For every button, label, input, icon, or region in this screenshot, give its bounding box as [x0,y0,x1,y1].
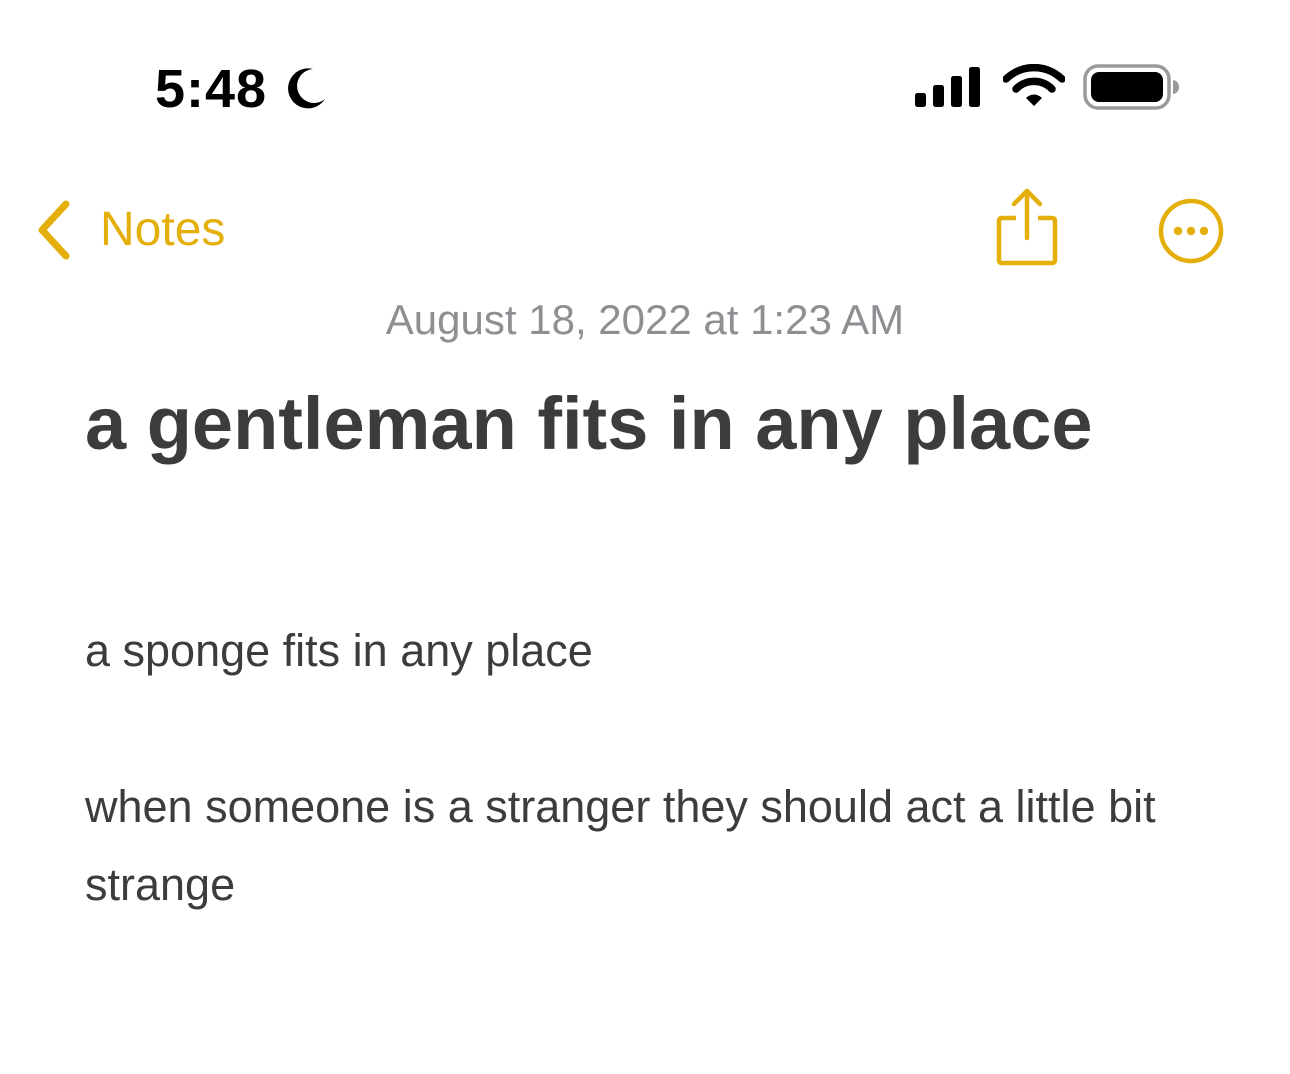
ellipsis-circle-icon[interactable] [1156,196,1226,266]
battery-icon [1083,64,1179,110]
status-time: 5:48 [155,59,268,119]
cellular-signal-icon [915,67,980,107]
status-bar: 5:48 [0,0,1290,140]
chevron-left-icon [38,200,70,260]
wifi-icon [1003,64,1065,106]
note-title[interactable]: a gentleman fits in any place [85,368,1205,480]
moon-icon [288,68,325,109]
navigation-bar: Notes [0,180,1290,280]
share-icon[interactable] [992,184,1062,268]
back-button-label: Notes [100,203,226,256]
back-button[interactable]: Notes [34,192,225,268]
note-body[interactable]: a sponge fits in any place when someone … [85,612,1205,924]
note-paragraph: when someone is a stranger they should a… [85,781,1156,910]
note-date: August 18, 2022 at 1:23 AM [385,296,905,343]
note-paragraph: a sponge fits in any place [85,625,593,676]
